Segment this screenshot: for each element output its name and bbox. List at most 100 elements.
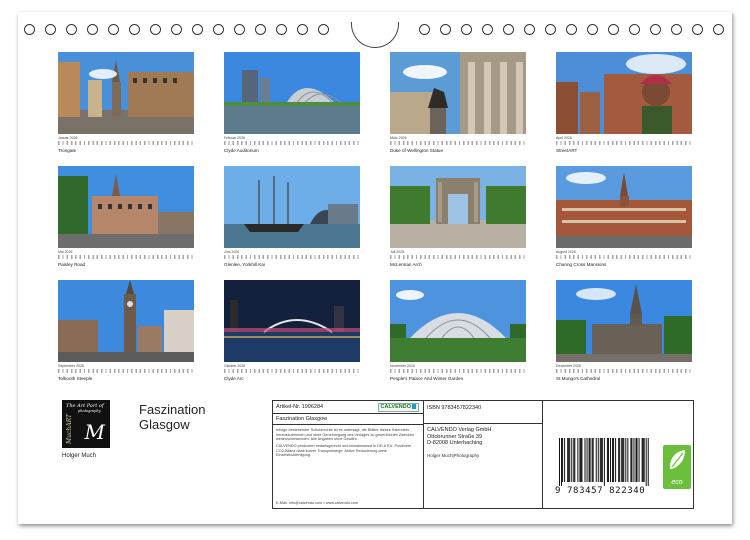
barcode-bar: [584, 438, 586, 482]
binding-ring: [150, 24, 161, 35]
photo-caption: Clyde Auditorium: [224, 147, 259, 153]
day-strip: [58, 254, 194, 259]
barcode-number: 9 783457 822340: [555, 486, 646, 496]
day-strip: [556, 368, 692, 373]
contact-email: E-Mail: info@calvendo.com • www.calvendo…: [276, 501, 359, 505]
binding-ring: [692, 24, 703, 35]
binding-ring: [587, 24, 598, 35]
info-column-right: 9 783457 822340 eco: [543, 401, 693, 508]
legal-text: Infolge bestehender Schutzrechte ist es …: [276, 428, 415, 442]
barcode-bar: [588, 438, 590, 482]
day-strip: [390, 140, 526, 145]
product-title: Faszination Glasgow: [273, 414, 423, 425]
month-cell: August 2026 Charing Cross Mansions: [556, 166, 696, 267]
barcode-bar: [567, 438, 569, 482]
photo-caption: Tolbooth Steeple: [58, 375, 93, 381]
barcode-bar: [603, 438, 605, 486]
binding-ring: [297, 24, 308, 35]
barcode-bar: [599, 438, 601, 482]
logo-mark: M: [84, 420, 105, 444]
month-cell: Juni 2026 Glenlee, Yorkhill Kai: [224, 166, 364, 267]
day-strip: [556, 254, 692, 259]
info-column-left: Artikel-Nr. 1996284 CALVENDO Faszination…: [273, 401, 424, 508]
barcode-bar: [610, 438, 611, 482]
month-cell: März 2026 Duke of Wellington Statue: [390, 52, 530, 153]
month-label: März 2026: [390, 136, 407, 140]
month-cell: Mai 2026 Paisley Road: [58, 166, 198, 267]
barcode-bar: [607, 438, 609, 482]
barcode-bar: [613, 438, 615, 482]
month-photo: [224, 166, 360, 248]
barcode-bar: [645, 438, 647, 486]
month-photo: [58, 166, 194, 248]
binding-ring: [234, 24, 245, 35]
barcode-bar: [564, 438, 566, 482]
binding-ring: [108, 24, 119, 35]
day-strip: [556, 140, 692, 145]
eco-label: eco: [671, 479, 683, 486]
month-label: September 2026: [58, 364, 84, 368]
legal-notes: Infolge bestehender Schutzrechte ist es …: [273, 425, 423, 458]
month-cell: November 2026 People's Palace And Winter …: [390, 280, 530, 381]
barcode-bar: [630, 438, 632, 482]
month-cell: Oktober 2026 Clyde Arc: [224, 280, 364, 381]
barcode-bar: [568, 438, 570, 482]
article-number: Artikel-Nr. 1996284: [276, 404, 324, 410]
month-photo: [58, 280, 194, 362]
photo-caption: Paisley Road: [58, 261, 86, 267]
binding-ring: [650, 24, 661, 35]
logo-text-line2: photography: [78, 409, 101, 413]
binding-ring: [671, 24, 682, 35]
barcode-bar: [595, 438, 597, 482]
month-label: Februar 2026: [224, 136, 246, 140]
day-strip: [390, 368, 526, 373]
photo-caption: Clyde Arc: [224, 375, 244, 381]
day-strip: [224, 368, 360, 373]
calendar-title: Faszination Glasgow: [139, 402, 205, 432]
day-strip: [390, 254, 526, 259]
photo-caption: Trongate: [58, 147, 77, 153]
month-cell: April 2026 StreetART: [556, 52, 696, 153]
month-photo: [58, 52, 194, 134]
binding-ring: [255, 24, 266, 35]
spiral-binding: [18, 22, 732, 48]
logo-side-text: MuchART: [66, 414, 73, 444]
barcode-bar: [580, 438, 582, 482]
binding-ring: [545, 24, 556, 35]
barcode-bar: [562, 438, 564, 482]
month-photo: [556, 166, 692, 248]
month-label: Mai 2026: [58, 250, 73, 254]
binding-ring: [566, 24, 577, 35]
barcode-bar: [581, 438, 583, 482]
barcode-bar: [577, 438, 579, 482]
barcode-bar: [623, 438, 625, 482]
photo-caption: People's Palace And Winter Garden: [390, 375, 464, 381]
photo-caption: St Mungo's Cathedral: [556, 375, 601, 381]
binding-ring: [129, 24, 140, 35]
binding-ring: [461, 24, 472, 35]
binding-ring: [629, 24, 640, 35]
hanger-hook: [351, 22, 399, 48]
photographer-credit: Holger Much|Photography: [427, 452, 480, 458]
barcode-bar: [612, 438, 614, 482]
photo-caption: Duke of Wellington Statue: [390, 147, 444, 153]
binding-ring: [213, 24, 224, 35]
barcode-bar: [642, 438, 644, 482]
month-photo: [390, 280, 526, 362]
barcode-bar: [638, 438, 640, 482]
binding-ring: [24, 24, 35, 35]
binding-ring: [45, 24, 56, 35]
barcode-bar: [622, 438, 624, 482]
barcode-bar: [571, 438, 573, 482]
barcode-bar: [561, 438, 563, 486]
day-strip: [224, 254, 360, 259]
month-label: April 2026: [556, 136, 572, 140]
article-number-row: Artikel-Nr. 1996284 CALVENDO: [273, 401, 423, 414]
barcode-bar: [591, 438, 593, 482]
photo-caption: StreetART: [556, 147, 578, 153]
barcode-bar: [574, 438, 576, 482]
month-cell: Dezember 2026 St Mungo's Cathedral: [556, 280, 696, 381]
month-photo: [390, 52, 526, 134]
info-column-middle: ISBN 9783457822340 CALVENDO Verlag GmbH …: [424, 401, 543, 508]
month-label: Juni 2026: [224, 250, 240, 254]
